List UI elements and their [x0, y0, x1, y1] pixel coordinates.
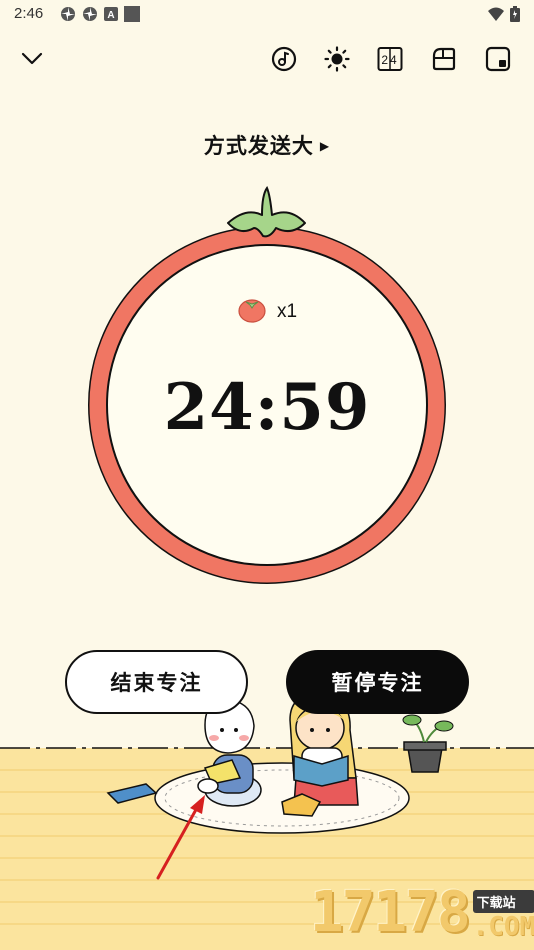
status-right	[488, 6, 520, 22]
a-box-icon: A	[104, 7, 118, 21]
battery-icon	[510, 6, 520, 22]
floating-window-icon[interactable]	[482, 43, 514, 75]
tomato-count: x1	[0, 295, 534, 323]
flip-clock-text: 24	[381, 53, 398, 67]
site-watermark: 17178 下载站 .COM	[310, 885, 534, 941]
countdown-timer: 24:59	[163, 370, 371, 445]
task-name: 方式发送大	[203, 133, 314, 158]
tomato-count-text: x1	[276, 301, 298, 322]
pinwheel-icon	[83, 7, 97, 21]
brightness-icon[interactable]	[321, 43, 353, 75]
layout-icon[interactable]	[428, 43, 460, 75]
flip-clock-icon[interactable]: 24	[374, 43, 406, 75]
watermark-tag: 下载站	[472, 890, 534, 913]
end-focus-button[interactable]: 结束专注	[65, 650, 248, 714]
pause-focus-button[interactable]: 暂停专注	[286, 650, 469, 714]
triangle-right-icon: ▶	[319, 139, 331, 153]
status-time: 2:46	[14, 5, 44, 22]
wifi-icon	[488, 7, 504, 21]
notification-icons: A	[60, 6, 140, 22]
watermark-number: 17178	[310, 880, 471, 945]
tomato-icon	[238, 299, 266, 323]
square-icon	[124, 6, 140, 22]
stem-leaf-icon	[227, 185, 306, 238]
task-selector[interactable]: 方式发送大 ▶	[0, 130, 534, 160]
pinwheel-icon	[61, 7, 75, 21]
watermark-com: .COM	[472, 912, 534, 942]
svg-text:A: A	[107, 10, 114, 21]
music-icon[interactable]	[268, 43, 300, 75]
watermark-side: 下载站 .COM	[472, 890, 534, 942]
chevron-down-icon[interactable]	[16, 43, 48, 75]
status-bar: 2:46 A	[0, 0, 534, 28]
